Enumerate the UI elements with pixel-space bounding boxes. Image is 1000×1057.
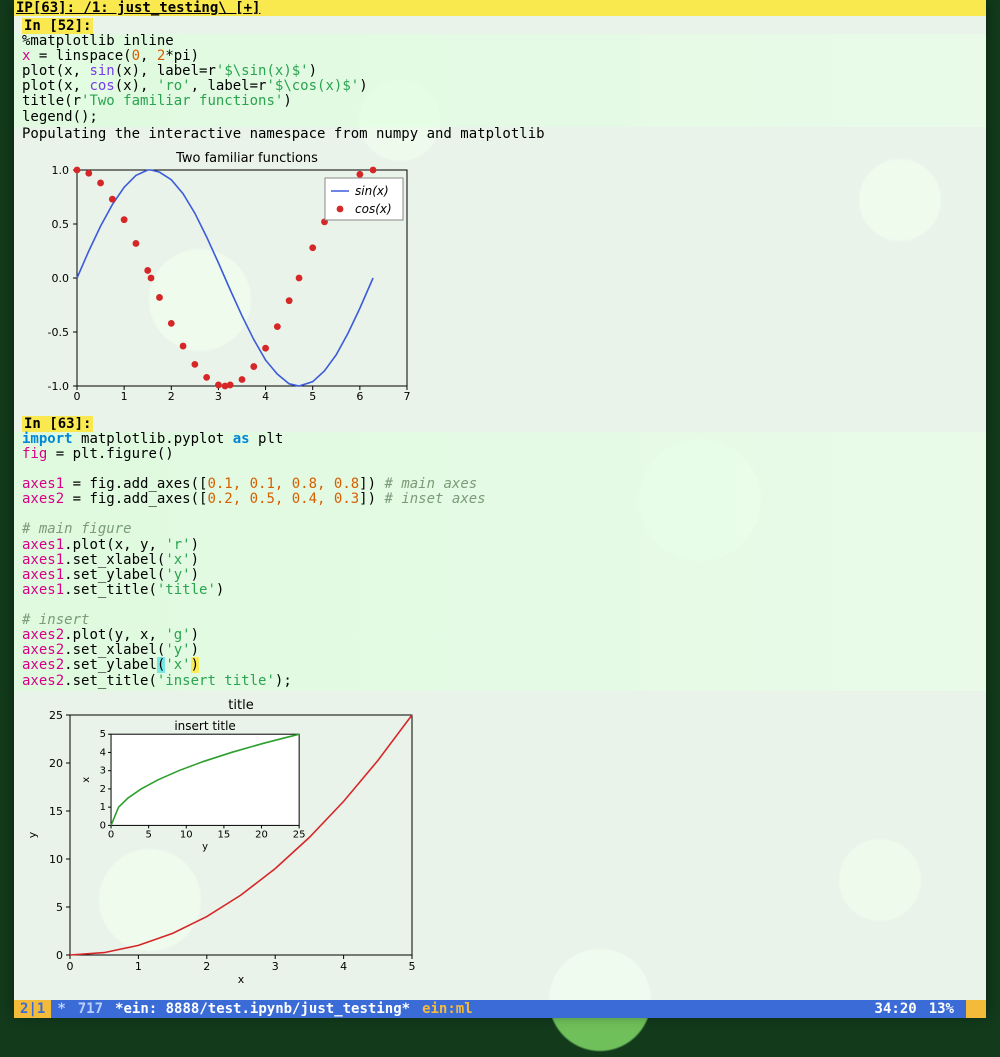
svg-text:25: 25: [293, 829, 306, 840]
tab-active[interactable]: IP[63]: /1: just_testing\ [+]: [16, 0, 260, 16]
svg-text:15: 15: [49, 805, 63, 818]
cursor-position: 34:20: [869, 1001, 923, 1017]
svg-text:sin(x): sin(x): [355, 184, 389, 198]
scroll-percent: 13%: [923, 1001, 960, 1017]
tab-bar[interactable]: IP[63]: /1: just_testing\ [+]: [14, 0, 986, 16]
svg-text:20: 20: [49, 757, 63, 770]
output-text-52: Populating the interactive namespace fro…: [14, 127, 986, 142]
svg-text:5: 5: [309, 390, 316, 403]
svg-text:1: 1: [135, 960, 142, 973]
chart-two-familiar-functions: Two familiar functions 0 1 2 3 4 5 6 7 -1.0 -0.5 0…: [14, 142, 986, 414]
svg-text:4: 4: [100, 747, 106, 758]
svg-text:4: 4: [262, 390, 269, 403]
svg-text:10: 10: [180, 829, 193, 840]
workspace-indicator[interactable]: 2|1: [14, 1000, 51, 1018]
svg-text:15: 15: [218, 829, 231, 840]
line-count: 717: [72, 1001, 109, 1017]
code-input-52[interactable]: %matplotlib inline x = linspace(0, 2*pi)…: [14, 34, 986, 127]
svg-text:25: 25: [49, 709, 63, 722]
svg-text:0.0: 0.0: [52, 272, 70, 285]
svg-text:4: 4: [340, 960, 347, 973]
svg-text:10: 10: [49, 853, 63, 866]
svg-text:20: 20: [255, 829, 268, 840]
svg-text:Two familiar functions: Two familiar functions: [175, 151, 318, 166]
svg-text:0: 0: [67, 960, 74, 973]
major-mode[interactable]: ein:ml: [416, 1001, 479, 1017]
svg-text:insert title: insert title: [174, 719, 236, 733]
svg-text:2: 2: [100, 784, 106, 795]
svg-text:0: 0: [56, 949, 63, 962]
svg-text:1: 1: [121, 390, 128, 403]
svg-text:0: 0: [108, 829, 114, 840]
svg-text:-1.0: -1.0: [48, 380, 69, 393]
input-prompt-52: In [52]:: [22, 18, 93, 34]
svg-text:y: y: [202, 841, 208, 852]
cell-52: In [52]: %matplotlib inline x = linspace…: [14, 16, 986, 414]
svg-text:cos(x): cos(x): [355, 202, 392, 216]
code-input-63[interactable]: import matplotlib.pyplot as plt fig = pl…: [14, 432, 986, 691]
svg-text:title: title: [228, 698, 253, 713]
svg-text:0.5: 0.5: [52, 218, 70, 231]
svg-text:0: 0: [100, 820, 106, 831]
svg-text:5: 5: [145, 829, 151, 840]
svg-text:3: 3: [272, 960, 279, 973]
input-prompt-63: In [63]:: [22, 416, 93, 432]
svg-text:2: 2: [203, 960, 210, 973]
chart-title-inset: title0123450510152025xy insert title0510…: [14, 691, 986, 993]
svg-text:-0.5: -0.5: [48, 326, 69, 339]
svg-text:7: 7: [404, 390, 411, 403]
svg-text:3: 3: [100, 765, 106, 776]
svg-text:5: 5: [100, 729, 106, 740]
emacs-window: IP[63]: /1: just_testing\ [+] In [52]: %…: [14, 0, 986, 1015]
svg-text:2: 2: [168, 390, 175, 403]
modeline-end-block: [966, 1000, 986, 1018]
cell-63: In [63]: import matplotlib.pyplot as plt…: [14, 414, 986, 993]
modified-star: *: [51, 1001, 71, 1017]
mode-line: 2|1 * 717 *ein: 8888/test.ipynb/just_tes…: [14, 1000, 986, 1018]
svg-text:6: 6: [356, 390, 363, 403]
buffer-name[interactable]: *ein: 8888/test.ipynb/just_testing*: [109, 1001, 416, 1017]
svg-text:1.0: 1.0: [52, 164, 70, 177]
svg-text:y: y: [26, 831, 39, 838]
svg-text:5: 5: [409, 960, 416, 973]
svg-text:1: 1: [100, 802, 106, 813]
svg-text:0: 0: [74, 390, 81, 403]
svg-text:x: x: [81, 776, 92, 782]
svg-text:3: 3: [215, 390, 222, 403]
svg-text:x: x: [238, 973, 245, 986]
svg-text:5: 5: [56, 901, 63, 914]
